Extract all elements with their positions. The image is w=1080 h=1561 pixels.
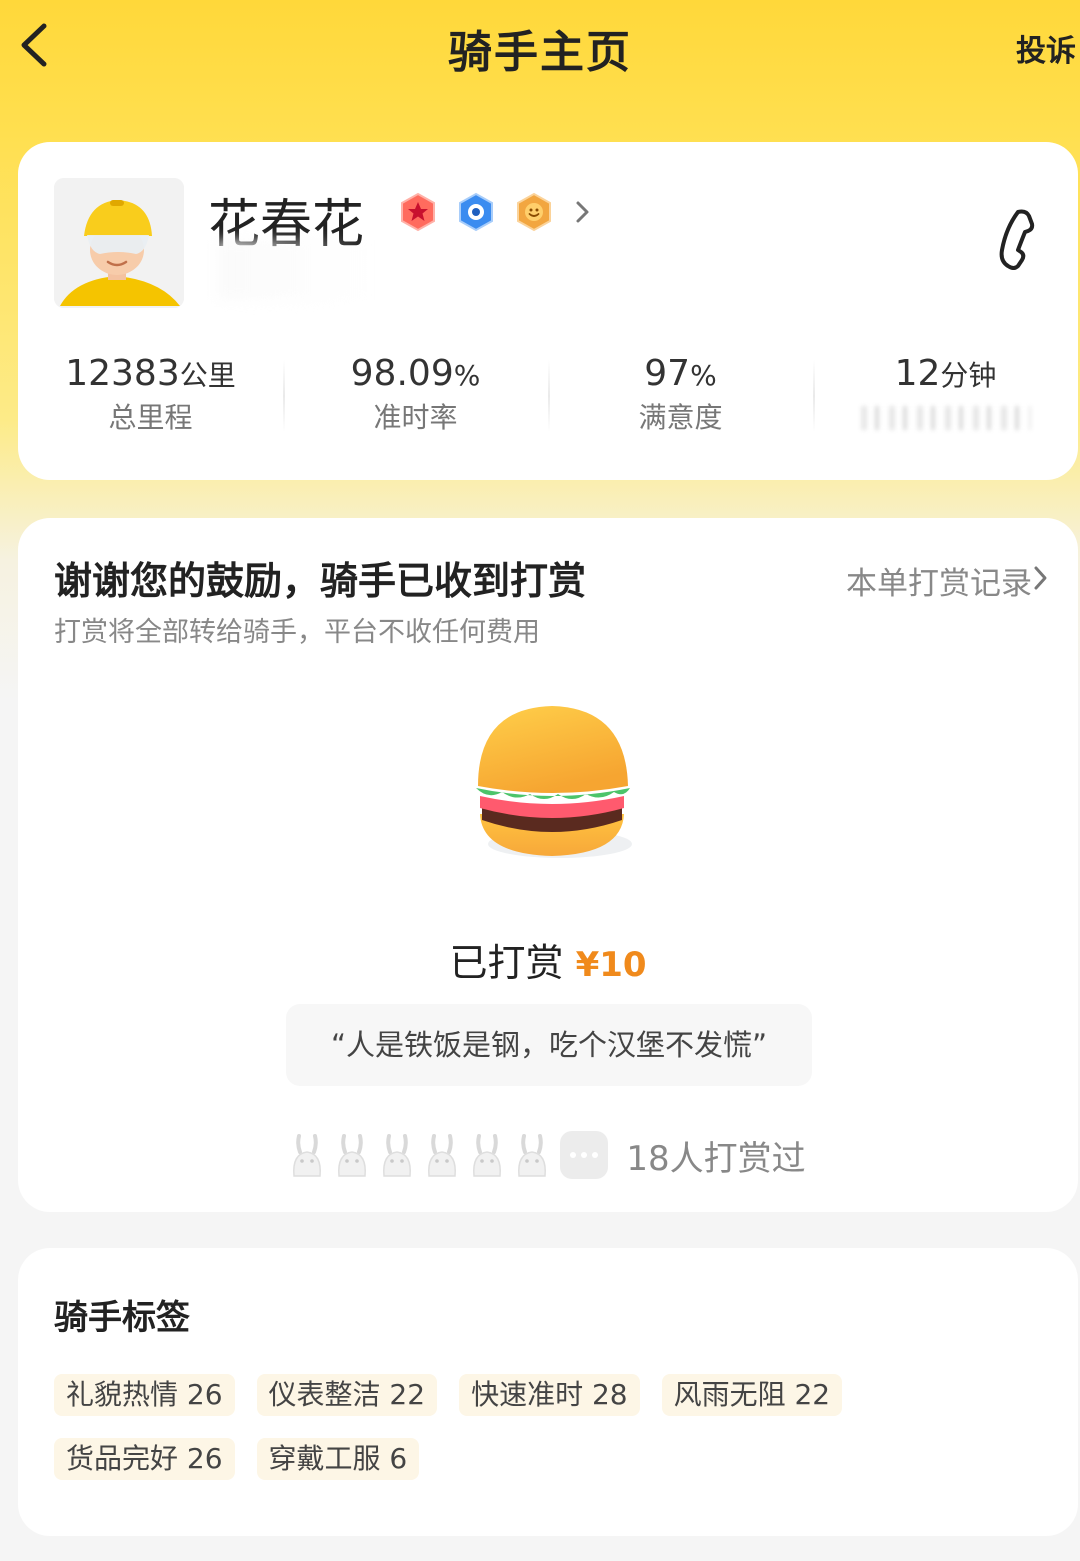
blurred-info [218,240,368,300]
stat-value: 12 [894,353,941,394]
reward-quote: “人是铁饭是钢，吃个汉堡不发慌” [286,1004,812,1086]
reward-heading: 谢谢您的鼓励，骑手已收到打赏 [54,559,587,603]
rider-avatar-icon [54,178,184,308]
blue-badge-icon [459,192,493,232]
stat-average-time: 12分钟 [813,352,1078,442]
tag-item: 快速准时 28 [459,1374,640,1416]
stat-value: 12383 [65,353,180,394]
reward-record-link[interactable]: 本单打赏记录 [846,558,1032,603]
red-star-badge-icon [401,192,435,232]
reward-status: 已打赏 ¥10 [18,932,1078,987]
stat-unit: % [690,359,717,392]
avatar [54,178,184,308]
more-dots-icon[interactable] [560,1131,609,1179]
reward-amount: ¥10 [575,945,647,985]
stat-label: 总里程 [108,401,193,434]
reward-card: 谢谢您的鼓励，骑手已收到打赏 打赏将全部转给骑手，平台不收任何费用 本单打赏记录… [18,518,1078,1212]
tag-item: 货品完好 26 [54,1438,235,1480]
bunny-avatar-icon [518,1134,547,1177]
rider-stats: 12383公里 总里程 98.09% 准时率 97% 满意度 12分钟 [18,352,1078,442]
stat-value: 97 [644,353,691,394]
stat-unit: 公里 [179,359,236,392]
page-title: 骑手主页 [448,27,632,78]
tags-title: 骑手标签 [54,1298,190,1338]
complain-button[interactable]: 投诉 [1016,26,1076,70]
stat-on-time-rate: 98.09% 准时率 [283,352,548,442]
rider-tags-card: 骑手标签 礼貌热情 26 仪表整洁 22 快速准时 28 风雨无阻 22 货品完… [18,1248,1078,1536]
tipper-list[interactable]: 18人打赏过 [18,1130,1078,1180]
stat-satisfaction: 97% 满意度 [548,352,813,442]
tipper-count: 18人打赏过 [626,1138,806,1179]
stat-unit: % [453,359,481,392]
reward-done-label: 已打赏 [449,941,564,985]
bunny-avatar-icon [383,1134,412,1177]
reward-subtitle: 打赏将全部转给骑手，平台不收任何费用 [54,617,540,648]
blurred-stat-label [860,406,1031,430]
orange-smile-badge-icon [517,192,551,232]
tag-row: 货品完好 26 穿戴工服 6 [54,1438,420,1480]
stat-total-distance: 12383公里 总里程 [18,352,283,442]
top-bar: 骑手主页 投诉 [0,0,1080,100]
stat-unit: 分钟 [940,359,997,392]
chevron-right-icon[interactable] [1032,564,1050,592]
stat-value: 98.09 [350,353,454,394]
tag-item: 仪表整洁 22 [256,1374,438,1416]
chevron-right-icon [576,201,589,223]
burger-icon [476,706,632,858]
bunny-avatar-icon [473,1134,502,1177]
bunny-avatar-icon [338,1134,367,1177]
tag-row: 礼貌热情 26 仪表整洁 22 快速准时 28 风雨无阻 22 [54,1374,843,1416]
bunny-avatar-icon [428,1134,457,1177]
rider-profile-card: 花春花 12383公里 总里程 98.09% 准时率 97% 满意度 12分钟 [18,142,1078,480]
bunny-avatar-icon [293,1134,322,1177]
tag-item: 礼貌热情 26 [54,1374,235,1416]
tag-item: 穿戴工服 6 [256,1438,420,1480]
phone-icon[interactable] [988,206,1044,270]
badge-list[interactable] [398,192,594,232]
stat-label: 满意度 [638,401,723,434]
tag-item: 风雨无阻 22 [661,1374,843,1416]
stat-label: 准时率 [373,401,458,434]
